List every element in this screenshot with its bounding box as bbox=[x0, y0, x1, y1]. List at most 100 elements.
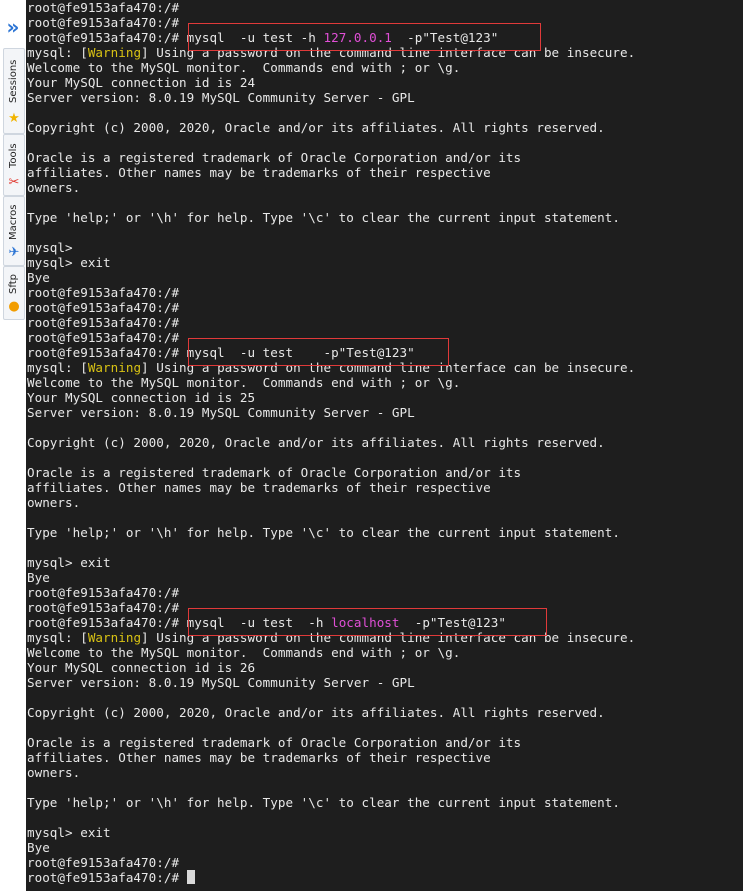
line-text: root@fe9153afa470:/# bbox=[27, 300, 180, 315]
terminal-line: root@fe9153afa470:/# bbox=[27, 285, 179, 300]
terminal-line: Oracle is a registered trademark of Orac… bbox=[27, 150, 521, 165]
terminal-line: root@fe9153afa470:/# bbox=[27, 855, 179, 870]
line-text: Bye bbox=[27, 840, 50, 855]
line-text: root@fe9153afa470:/# bbox=[27, 855, 180, 870]
terminal-line: Type 'help;' or '\h' for help. Type '\c'… bbox=[27, 525, 620, 540]
terminal-line: Welcome to the MySQL monitor. Commands e… bbox=[27, 645, 460, 660]
terminal-line: mysql> bbox=[27, 240, 73, 255]
warning-label: Warning bbox=[87, 360, 142, 375]
terminal-cursor bbox=[186, 870, 195, 884]
sftp-icon: ● bbox=[8, 299, 20, 314]
terminal-line: Welcome to the MySQL monitor. Commands e… bbox=[27, 60, 460, 75]
terminal-line: Bye bbox=[27, 270, 50, 285]
terminal-line: root@fe9153afa470:/# bbox=[27, 300, 179, 315]
line-text: root@fe9153afa470:/# bbox=[27, 15, 180, 30]
line-text: owners. bbox=[27, 180, 81, 195]
line-text: Server version: 8.0.19 MySQL Community S… bbox=[27, 405, 415, 420]
terminal-line: Copyright (c) 2000, 2020, Oracle and/or … bbox=[27, 435, 605, 450]
terminal-line: Copyright (c) 2000, 2020, Oracle and/or … bbox=[27, 705, 605, 720]
line-text: Server version: 8.0.19 MySQL Community S… bbox=[27, 675, 415, 690]
line-text: root@fe9153afa470:/# bbox=[27, 870, 187, 885]
star-icon: ★ bbox=[8, 111, 20, 126]
line-text: root@fe9153afa470:/# bbox=[27, 315, 180, 330]
line-text: mysql: [ bbox=[27, 360, 88, 375]
sessions-tab[interactable]: Sessions ★ bbox=[3, 48, 25, 134]
line-text: Your MySQL connection id is 26 bbox=[27, 660, 256, 675]
expand-panel-icon[interactable]: » bbox=[3, 14, 23, 40]
line-text: root@fe9153afa470:/# bbox=[27, 285, 180, 300]
line-text: Type 'help;' or '\h' for help. Type '\c'… bbox=[27, 525, 620, 540]
terminal-line: Your MySQL connection id is 25 bbox=[27, 390, 255, 405]
line-text: root@fe9153afa470:/# bbox=[27, 330, 180, 345]
line-text: owners. bbox=[27, 495, 81, 510]
line-text: Copyright (c) 2000, 2020, Oracle and/or … bbox=[27, 435, 605, 450]
line-text: Type 'help;' or '\h' for help. Type '\c'… bbox=[27, 795, 620, 810]
tools-icon: ✂ bbox=[8, 175, 20, 190]
line-text: Server version: 8.0.19 MySQL Community S… bbox=[27, 90, 415, 105]
macros-tab-label: Macros bbox=[8, 204, 19, 240]
line-text: root@fe9153afa470:/# bbox=[27, 600, 180, 615]
terminal-line: mysql> exit bbox=[27, 255, 111, 270]
line-text: Type 'help;' or '\h' for help. Type '\c'… bbox=[27, 210, 620, 225]
terminal-line: Copyright (c) 2000, 2020, Oracle and/or … bbox=[27, 120, 605, 135]
terminal-line: Your MySQL connection id is 26 bbox=[27, 660, 255, 675]
line-text: Your MySQL connection id is 25 bbox=[27, 390, 256, 405]
line-text: affiliates. Other names may be trademark… bbox=[27, 165, 491, 180]
line-text: mysql> exit bbox=[27, 255, 111, 270]
line-text: Bye bbox=[27, 570, 50, 585]
line-text: affiliates. Other names may be trademark… bbox=[27, 480, 491, 495]
terminal-line: root@fe9153afa470:/# bbox=[27, 330, 179, 345]
terminal-line: Type 'help;' or '\h' for help. Type '\c'… bbox=[27, 210, 620, 225]
line-text: Your MySQL connection id is 24 bbox=[27, 75, 256, 90]
sessions-tab-label: Sessions bbox=[8, 59, 19, 103]
command-highlight-box bbox=[188, 338, 449, 366]
line-text: Oracle is a registered trademark of Orac… bbox=[27, 150, 522, 165]
tools-tab-label: Tools bbox=[8, 143, 19, 169]
terminal-line: owners. bbox=[27, 765, 80, 780]
line-text: Oracle is a registered trademark of Orac… bbox=[27, 465, 522, 480]
terminal-line: Welcome to the MySQL monitor. Commands e… bbox=[27, 375, 460, 390]
terminal-line: root@fe9153afa470:/# bbox=[27, 315, 179, 330]
terminal-line: owners. bbox=[27, 495, 80, 510]
terminal-line: root@fe9153afa470:/# bbox=[27, 0, 179, 15]
terminal-line: affiliates. Other names may be trademark… bbox=[27, 750, 491, 765]
macros-tab[interactable]: Macros ✈ bbox=[3, 196, 25, 266]
terminal-line: Server version: 8.0.19 MySQL Community S… bbox=[27, 90, 415, 105]
line-text: mysql: [ bbox=[27, 630, 88, 645]
terminal-line: Oracle is a registered trademark of Orac… bbox=[27, 465, 521, 480]
terminal-line: mysql> exit bbox=[27, 825, 111, 840]
terminal-line: Type 'help;' or '\h' for help. Type '\c'… bbox=[27, 795, 620, 810]
terminal-line: root@fe9153afa470:/# bbox=[27, 600, 179, 615]
terminal-line: affiliates. Other names may be trademark… bbox=[27, 480, 491, 495]
command-highlight-box bbox=[188, 23, 541, 51]
line-text: affiliates. Other names may be trademark… bbox=[27, 750, 491, 765]
line-text: mysql> exit bbox=[27, 825, 111, 840]
line-text: Copyright (c) 2000, 2020, Oracle and/or … bbox=[27, 120, 605, 135]
line-text: Copyright (c) 2000, 2020, Oracle and/or … bbox=[27, 705, 605, 720]
terminal-line: Server version: 8.0.19 MySQL Community S… bbox=[27, 675, 415, 690]
macro-icon: ✈ bbox=[8, 245, 20, 260]
terminal-line: owners. bbox=[27, 180, 80, 195]
line-text: Welcome to the MySQL monitor. Commands e… bbox=[27, 60, 461, 75]
warning-label: Warning bbox=[87, 45, 142, 60]
warning-label: Warning bbox=[87, 630, 142, 645]
tools-tab[interactable]: Tools ✂ bbox=[3, 134, 25, 196]
line-text: Welcome to the MySQL monitor. Commands e… bbox=[27, 645, 461, 660]
terminal-line: Your MySQL connection id is 24 bbox=[27, 75, 255, 90]
line-text: mysql> exit bbox=[27, 555, 111, 570]
terminal-line: mysql> exit bbox=[27, 555, 111, 570]
command-highlight-box bbox=[188, 608, 547, 636]
terminal-line: Server version: 8.0.19 MySQL Community S… bbox=[27, 405, 415, 420]
sftp-tab[interactable]: Sftp ● bbox=[3, 266, 25, 320]
line-text: mysql: [ bbox=[27, 45, 88, 60]
sftp-tab-label: Sftp bbox=[8, 274, 19, 294]
terminal-line: root@fe9153afa470:/# bbox=[27, 870, 195, 885]
line-text: Oracle is a registered trademark of Orac… bbox=[27, 735, 522, 750]
terminal-line: root@fe9153afa470:/# bbox=[27, 15, 179, 30]
terminal-line: root@fe9153afa470:/# bbox=[27, 585, 179, 600]
line-text: owners. bbox=[27, 765, 81, 780]
terminal-output[interactable]: root@fe9153afa470:/# root@fe9153afa470:/#… bbox=[27, 0, 743, 891]
line-text: root@fe9153afa470:/# bbox=[27, 585, 180, 600]
line-text: Bye bbox=[27, 270, 50, 285]
terminal-line: Bye bbox=[27, 570, 50, 585]
